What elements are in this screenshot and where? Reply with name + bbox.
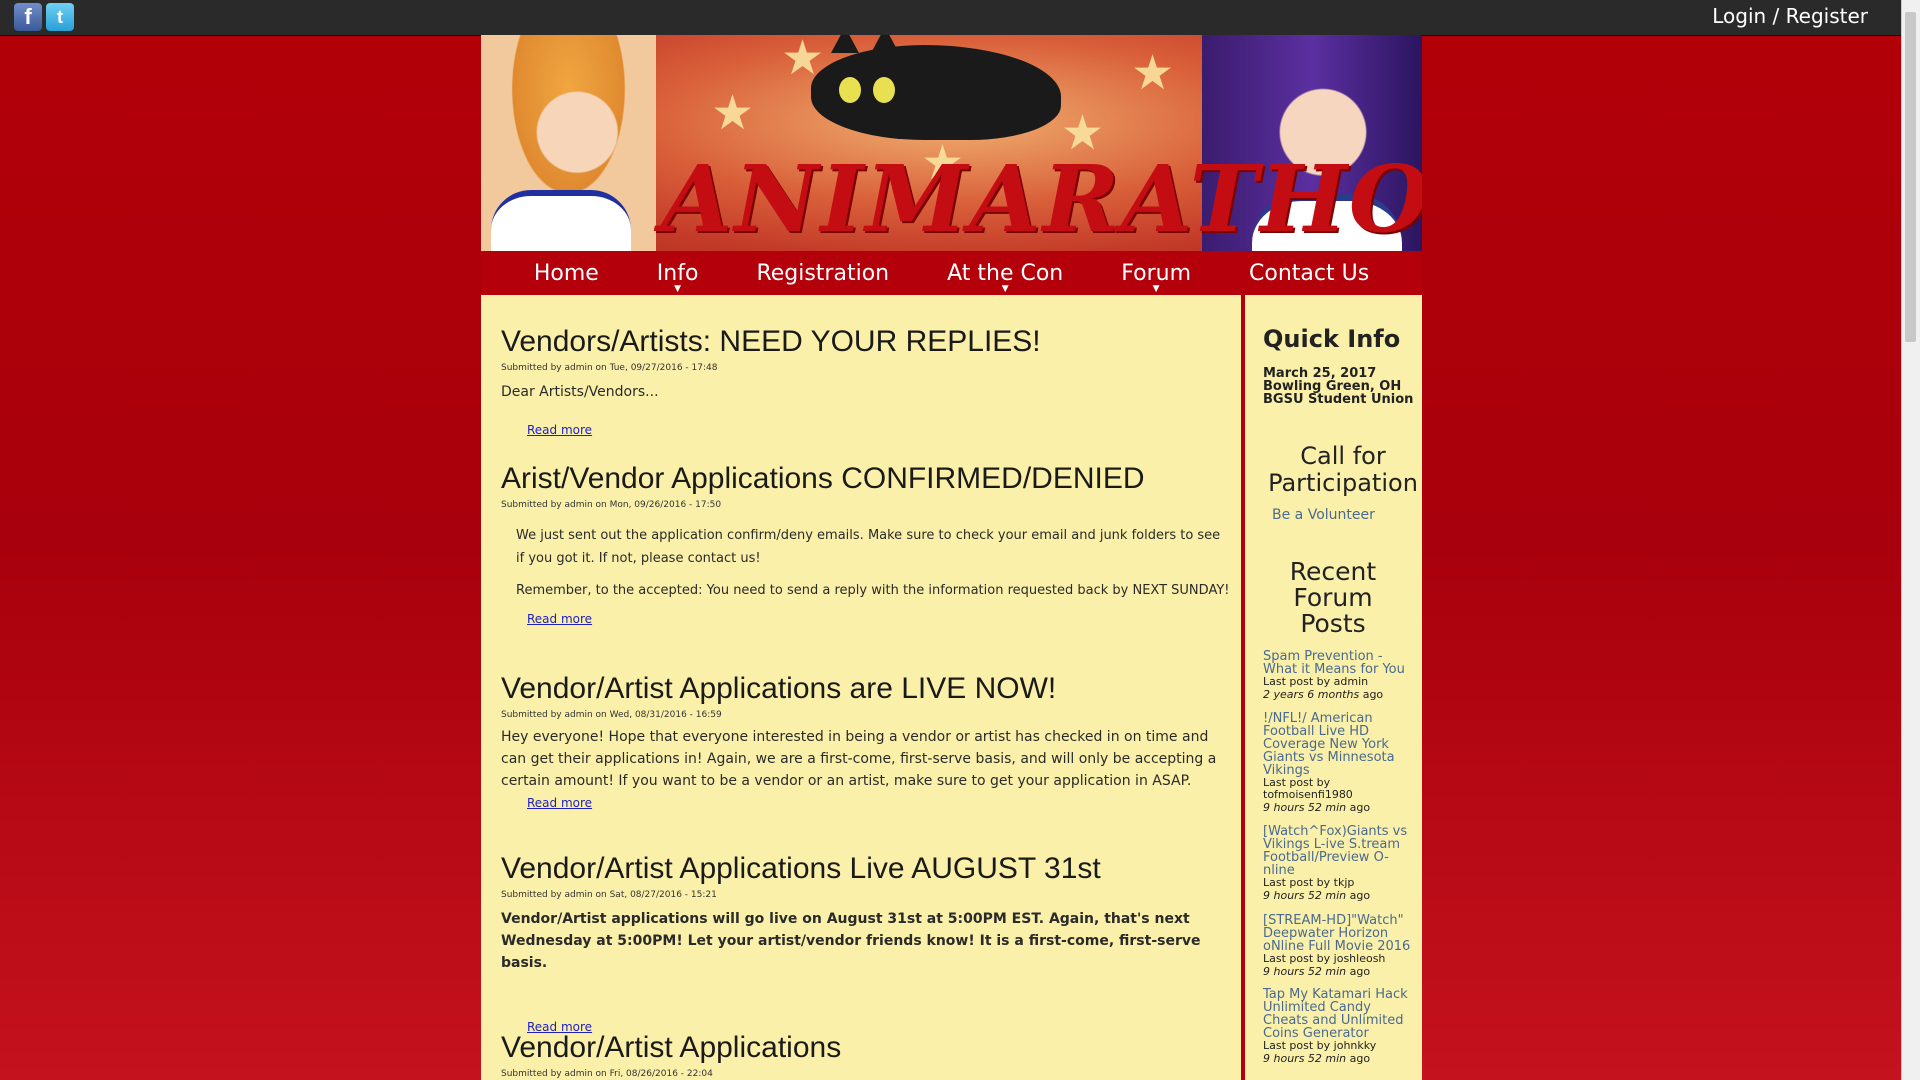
article-title[interactable]: Vendors/Artists: NEED YOUR REPLIES!: [501, 325, 1231, 359]
article: Vendor/Artist Applications Submitted by …: [501, 1031, 1231, 1079]
nav-forum[interactable]: Forum ▼: [1092, 260, 1220, 294]
article-body: Remember, to the accepted: You need to s…: [516, 583, 1230, 598]
article: Arist/Vendor Applications CONFIRMED/DENI…: [501, 462, 1231, 627]
forum-post-link[interactable]: Spam Prevention - What it Means for You: [1263, 650, 1413, 676]
recent-forum-posts-title: Recent Forum Posts: [1289, 557, 1377, 638]
forum-post: !/NFL!/ American Football Live HD Covera…: [1263, 712, 1413, 814]
article-body: Dear Artists/Vendors...: [501, 384, 659, 400]
forum-post-link[interactable]: Tap My Katamari Hack Unlimited Candy Che…: [1263, 988, 1413, 1040]
article-title[interactable]: Vendor/Artist Applications: [501, 1031, 1231, 1065]
forum-post-time: 2 years 6 months ago: [1263, 688, 1384, 701]
quick-info-title: Quick Info: [1263, 325, 1401, 353]
forum-post-author: Last post by johnkky: [1263, 1039, 1377, 1052]
nav-contact-us[interactable]: Contact Us: [1220, 261, 1398, 286]
login-register-link[interactable]: Login / Register: [1712, 4, 1868, 28]
article-title[interactable]: Arist/Vendor Applications CONFIRMED/DENI…: [501, 462, 1231, 496]
article-meta: Submitted by admin on Tue, 09/27/2016 - …: [501, 363, 718, 373]
dropdown-caret-icon: ▼: [674, 283, 682, 294]
article-body: We just sent out the application confirm…: [516, 528, 1221, 566]
article-title[interactable]: Vendor/Artist Applications are LIVE NOW!: [501, 672, 1231, 706]
forum-post-time: 9 hours 52 min ago: [1263, 965, 1371, 978]
nav-label: Home: [533, 260, 599, 286]
site-logo[interactable]: ANIMARATHON: [661, 145, 1422, 251]
sidebar: Quick Info March 25, 2017 Bowling Green,…: [1245, 295, 1422, 1080]
forum-post-time: 9 hours 52 min ago: [1263, 801, 1371, 814]
site-banner[interactable]: ★ ★ ★ ★ ★ ANIMARATHON: [481, 35, 1422, 251]
event-venue: BGSU Student Union: [1263, 392, 1414, 407]
read-more-link[interactable]: Read more: [527, 423, 592, 437]
read-more-link[interactable]: Read more: [527, 612, 592, 626]
forum-post-author: Last post by tofmoisenfi1980: [1263, 776, 1353, 801]
nav-label: Contact Us: [1249, 260, 1370, 286]
article-meta: Submitted by admin on Sat, 08/27/2016 - …: [501, 890, 717, 900]
volunteer-link[interactable]: Be a Volunteer: [1272, 507, 1375, 523]
star-decoration: ★: [1131, 45, 1175, 101]
forum-post-time: 9 hours 52 min ago: [1263, 1052, 1371, 1065]
forum-post-author: Last post by joshleosh: [1263, 952, 1386, 965]
facebook-icon[interactable]: f: [14, 3, 42, 31]
nav-home[interactable]: Home: [505, 261, 628, 286]
nav-info[interactable]: Info ▼: [628, 260, 728, 294]
nav-label: At the Con: [947, 260, 1064, 286]
forum-post-author: Last post by tkjp: [1263, 876, 1355, 889]
nav-label: Info: [656, 260, 699, 286]
star-decoration: ★: [711, 85, 755, 141]
dropdown-caret-icon: ▼: [1001, 283, 1009, 294]
main-content: Vendors/Artists: NEED YOUR REPLIES! Subm…: [481, 295, 1245, 1080]
article: Vendor/Artist Applications Live AUGUST 3…: [501, 852, 1231, 1035]
forum-post-link[interactable]: [Watch^Fox)Giants vs Vikings L-ive S.tre…: [1263, 825, 1413, 877]
top-bar: f t Login / Register: [0, 0, 1902, 36]
article-body: Vendor/Artist applications will go live …: [501, 911, 1201, 971]
character-left-illustration: [481, 35, 656, 251]
forum-post-author: Last post by admin: [1263, 675, 1369, 688]
read-more-link[interactable]: Read more: [527, 796, 592, 810]
nav-label: Registration: [756, 260, 890, 286]
article-meta: Submitted by admin on Wed, 08/31/2016 - …: [501, 710, 722, 720]
forum-post-link[interactable]: [STREAM-HD]"Watch" Deepwater Horizon oNl…: [1263, 914, 1413, 953]
main-nav: Home Info ▼ Registration At the Con ▼ Foru…: [481, 251, 1422, 295]
article: Vendor/Artist Applications are LIVE NOW!…: [501, 672, 1231, 811]
article-meta: Submitted by admin on Fri, 08/26/2016 - …: [501, 1069, 713, 1079]
forum-post: Spam Prevention - What it Means for You …: [1263, 650, 1413, 701]
nav-label: Forum: [1121, 260, 1192, 286]
call-for-participation-title: Call for Participation: [1268, 442, 1418, 497]
forum-post: Tap My Katamari Hack Unlimited Candy Che…: [1263, 988, 1413, 1065]
twitter-icon[interactable]: t: [46, 3, 74, 31]
nav-registration[interactable]: Registration: [727, 261, 918, 286]
forum-post: [Watch^Fox)Giants vs Vikings L-ive S.tre…: [1263, 825, 1413, 902]
scrollbar-thumb[interactable]: [1905, 12, 1916, 342]
dropdown-caret-icon: ▼: [1152, 283, 1160, 294]
article: Vendors/Artists: NEED YOUR REPLIES! Subm…: [501, 325, 1231, 438]
forum-post-time: 9 hours 52 min ago: [1263, 889, 1371, 902]
article-body: Hey everyone! Hope that everyone interes…: [501, 729, 1217, 789]
article-title[interactable]: Vendor/Artist Applications Live AUGUST 3…: [501, 852, 1231, 886]
nav-at-the-con[interactable]: At the Con ▼: [918, 260, 1092, 294]
black-cat-illustration: [811, 35, 1061, 140]
forum-post-link[interactable]: !/NFL!/ American Football Live HD Covera…: [1263, 712, 1413, 777]
scrollbar[interactable]: [1901, 0, 1920, 1080]
forum-post: [STREAM-HD]"Watch" Deepwater Horizon oNl…: [1263, 914, 1413, 978]
article-meta: Submitted by admin on Mon, 09/26/2016 - …: [501, 500, 722, 510]
